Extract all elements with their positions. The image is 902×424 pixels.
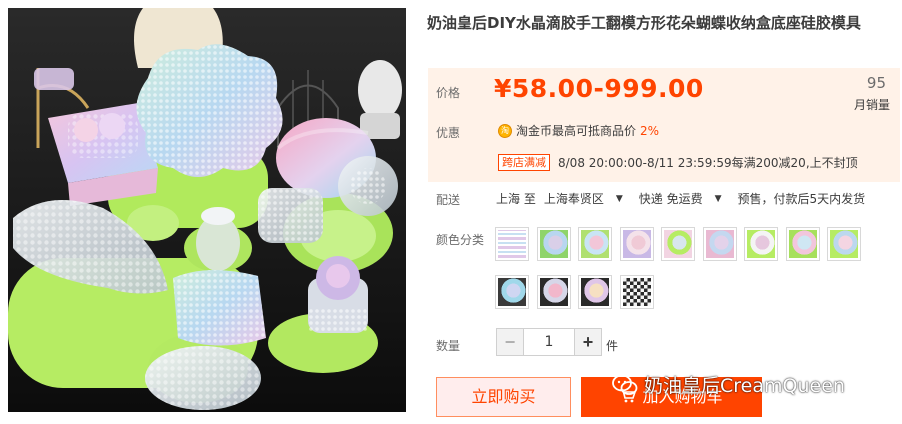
swatch-thumbnail [581, 278, 609, 306]
price-value: ¥58.00-999.00 [494, 74, 704, 103]
watermark-text: 奶油皇后CreamQueen [644, 375, 845, 397]
color-swatch[interactable] [578, 227, 612, 261]
watermark: 奶油皇后CreamQueen [612, 371, 845, 398]
swatch-thumbnail [539, 230, 568, 258]
quantity-input[interactable] [523, 329, 575, 355]
color-swatch[interactable] [661, 227, 695, 261]
color-swatch[interactable] [619, 275, 654, 309]
swatch-thumbnail [498, 278, 526, 306]
chevron-down-icon: ▼ [714, 193, 722, 204]
color-swatch[interactable] [536, 275, 571, 309]
swatch-thumbnail [498, 230, 526, 258]
swatch-thumbnail [747, 230, 775, 258]
swatch-thumbnail [830, 230, 858, 258]
shipping-destination-value: 上海奉贤区 [543, 192, 604, 206]
shipping-note: 预售，付款后5天内发货 [737, 192, 866, 206]
coin-icon: 淘 [498, 123, 512, 138]
coin-promo-text: 淘金币最高可抵商品价 [516, 124, 637, 138]
color-swatch[interactable] [495, 275, 529, 309]
swatch-thumbnail [788, 230, 817, 258]
shipping-label: 配送 [436, 193, 461, 207]
shipping-row: 上海 至 上海奉贤区 ▼ 快递 免运费 ▼ 预售，付款后5天内发货 [496, 190, 873, 207]
color-swatch[interactable] [827, 227, 861, 261]
swatch-thumbnail [539, 278, 568, 306]
chevron-down-icon: ▼ [615, 193, 623, 204]
product-photo-illustration [8, 8, 406, 412]
product-info-panel: 奶油皇后DIY水晶滴胶手工翻模方形花朵蝴蝶收纳盒底座硅胶模具 价格 ¥58.00… [424, 0, 902, 424]
color-swatch[interactable] [495, 227, 529, 261]
color-swatch[interactable] [619, 227, 654, 261]
cross-store-text: 8/08 20:00:00-8/11 23:59:59每满200减20,上不封顶 [558, 156, 858, 170]
quantity-decrease-button[interactable]: − [497, 329, 523, 355]
shipping-destination-select[interactable]: 上海奉贤区 ▼ [544, 190, 631, 207]
quantity-unit: 件 [606, 339, 619, 353]
color-swatch[interactable] [744, 227, 778, 261]
coin-promo-percent: 2% [640, 123, 660, 138]
swatch-thumbnail [705, 230, 734, 258]
price-label: 价格 [436, 86, 461, 100]
shipping-from: 上海 至 [496, 192, 536, 206]
swatch-thumbnail [664, 230, 692, 258]
quantity-increase-button[interactable]: + [575, 329, 601, 355]
quantity-stepper: − + [496, 328, 602, 356]
color-swatch[interactable] [578, 275, 612, 309]
color-label: 颜色分类 [436, 233, 485, 247]
cross-store-promo[interactable]: 跨店满减 8/08 20:00:00-8/11 23:59:59每满200减20… [498, 154, 858, 171]
swatch-thumbnail [622, 278, 651, 306]
buy-now-button[interactable]: 立即购买 [436, 377, 571, 417]
quantity-label: 数量 [436, 339, 461, 353]
color-swatch[interactable] [702, 227, 737, 261]
promo-label: 优惠 [436, 126, 461, 140]
wechat-icon [612, 374, 638, 395]
product-title: 奶油皇后DIY水晶滴胶手工翻模方形花朵蝴蝶收纳盒底座硅胶模具 [427, 14, 861, 32]
shipping-method-value: 快递 免运费 [638, 192, 703, 206]
coin-promo[interactable]: 淘 淘金币最高可抵商品价 2% [498, 122, 659, 139]
product-main-image[interactable] [8, 8, 406, 412]
price-box: 价格 ¥58.00-999.00 95 月销量 优惠 淘 淘金币最高可抵商品价 … [428, 68, 900, 182]
monthly-sales-label: 月销量 [853, 98, 890, 112]
monthly-sales-count: 95 [866, 74, 886, 92]
swatch-thumbnail [622, 230, 651, 258]
color-swatch[interactable] [536, 227, 571, 261]
swatch-thumbnail [581, 230, 609, 258]
cross-store-tag: 跨店满减 [498, 154, 550, 171]
color-swatch[interactable] [785, 227, 820, 261]
shipping-method-select[interactable]: 快递 免运费 ▼ [639, 190, 730, 207]
